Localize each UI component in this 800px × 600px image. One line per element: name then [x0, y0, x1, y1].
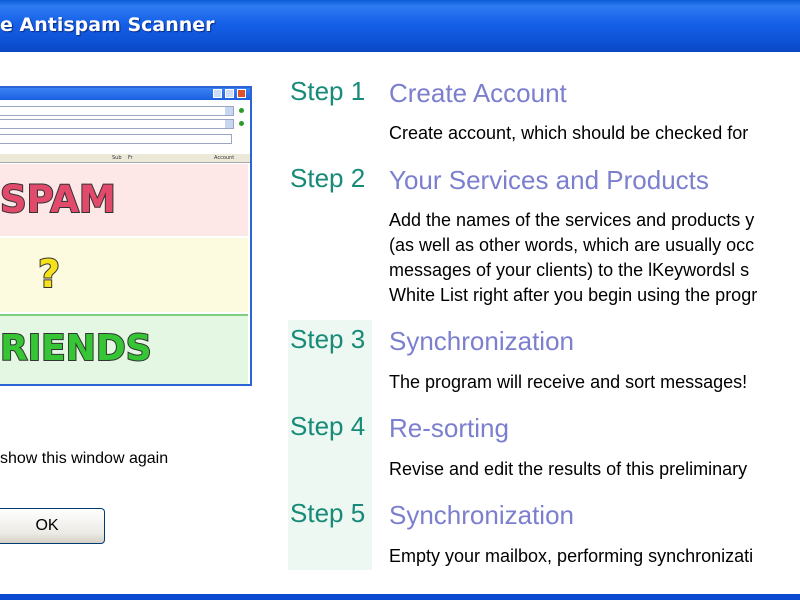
- step-3-number: Step 3: [290, 324, 366, 354]
- window-bottom-frame: [0, 594, 800, 600]
- step-4-number: Step 4: [290, 411, 366, 441]
- step-5-number: Step 5: [290, 498, 366, 528]
- friends-band: RIENDS: [0, 314, 248, 384]
- mini-input-field: [0, 119, 234, 129]
- step-4-title: Re-sorting: [389, 413, 509, 443]
- step-3-desc-line: The program will receive and sort messag…: [389, 372, 748, 392]
- show-again-checkbox-label[interactable]: show this window again: [0, 450, 168, 468]
- window-client-area: Sub Fr Account SPAM ? RIENDS show this w…: [0, 52, 800, 594]
- mini-status-dot-icon: [239, 108, 244, 113]
- friends-label: RIENDS: [0, 327, 153, 370]
- step-2-desc-line: (as well as other words, which are usual…: [389, 235, 755, 255]
- step-1-number: Step 1: [290, 76, 366, 106]
- mini-header-col: Account: [214, 155, 235, 161]
- mini-status-dot-icon: [239, 121, 244, 126]
- step-1-desc-line: Create account, which should be checked …: [389, 123, 749, 143]
- mini-dropdown-icon: [225, 107, 233, 115]
- unknown-band: ?: [0, 238, 248, 312]
- mini-dropdown-icon: [225, 120, 233, 128]
- mini-header-col: Fr: [128, 155, 133, 161]
- mini-minimize-icon: [213, 89, 222, 98]
- step-2-desc-line: messages of your clients) to the lKeywor…: [389, 260, 750, 280]
- step-5-title: Synchronization: [389, 500, 574, 530]
- window-title-bar[interactable]: e Antispam Scanner: [0, 0, 800, 52]
- mini-input-field: [0, 106, 234, 116]
- ok-button-label: OK: [35, 517, 59, 534]
- mini-input-field: [0, 134, 232, 144]
- step-5-desc-line: Empty your mailbox, performing synchroni…: [389, 546, 754, 566]
- ok-button[interactable]: OK: [0, 508, 105, 544]
- mini-list-header: Sub Fr Account: [0, 154, 250, 163]
- step-4-desc-line: Revise and edit the results of this prel…: [389, 459, 748, 479]
- step-2-desc-line: Add the names of the services and produc…: [389, 210, 755, 230]
- step-2-number: Step 2: [290, 163, 366, 193]
- spam-label: SPAM: [0, 177, 117, 222]
- steps-highlight-panel: [288, 320, 372, 570]
- mini-header-col: Sub: [112, 155, 122, 161]
- illustration-window: Sub Fr Account SPAM ? RIENDS: [0, 86, 252, 386]
- step-2-desc-line: White List right after you begin using t…: [389, 285, 758, 305]
- step-2-title: Your Services and Products: [389, 165, 709, 195]
- spam-band: SPAM: [0, 164, 248, 236]
- step-3-title: Synchronization: [389, 326, 574, 356]
- illustration-title-bar: [0, 88, 250, 100]
- mini-maximize-icon: [225, 89, 234, 98]
- mini-close-icon: [237, 89, 246, 98]
- window-title: e Antispam Scanner: [0, 14, 215, 36]
- step-1-title: Create Account: [389, 78, 567, 108]
- unknown-label: ?: [37, 251, 61, 297]
